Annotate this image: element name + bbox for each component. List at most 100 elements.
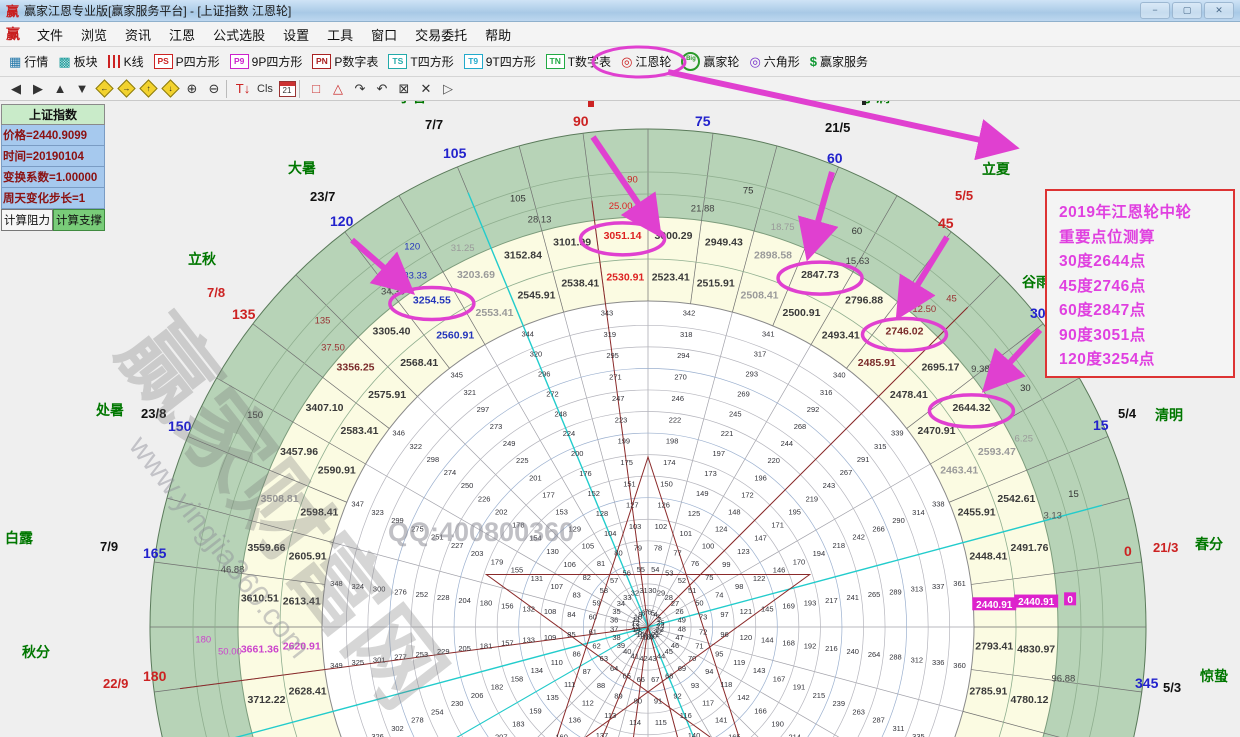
svg-text:312: 312 [911, 655, 924, 664]
svg-text:223: 223 [615, 415, 628, 424]
svg-text:109: 109 [544, 633, 557, 642]
svg-text:小暑: 小暑 [398, 101, 426, 105]
nav-left-button[interactable]: ◀ [6, 80, 26, 98]
svg-text:31: 31 [639, 586, 647, 595]
toolbar-button-P四方形[interactable]: PSP四方形 [149, 51, 225, 72]
window-titlebar[interactable]: 赢 赢家江恩专业版[赢家服务平台] - [上证指数 江恩轮] −▢✕ [0, 0, 1240, 22]
toolbar-button-P数字表[interactable]: PNP数字表 [307, 51, 383, 72]
svg-text:120: 120 [740, 633, 753, 642]
svg-text:21/5: 21/5 [825, 120, 850, 135]
menu-item-交易委托[interactable]: 交易委托 [406, 23, 476, 46]
svg-text:204: 204 [458, 596, 471, 605]
draw-triangle-button[interactable]: △ [328, 80, 348, 98]
delete-box-button[interactable]: ⊠ [394, 80, 414, 98]
nav-up-button[interactable]: ▲ [50, 80, 70, 98]
shift-right-button[interactable]: → [116, 80, 136, 98]
toolbar-button-行情[interactable]: ▦行情 [4, 51, 53, 72]
svg-text:3254.55: 3254.55 [413, 295, 451, 307]
toolbar-separator [226, 80, 231, 98]
svg-text:152: 152 [587, 489, 600, 498]
svg-text:174: 174 [663, 458, 676, 467]
annotation-line-2: 30度2644点 [1059, 250, 1233, 275]
svg-text:2575.91: 2575.91 [368, 389, 406, 401]
svg-text:7/8: 7/8 [207, 285, 225, 300]
toolbar-label: 赢家服务 [820, 53, 868, 70]
zoom-in-button[interactable]: ⊕ [182, 80, 202, 98]
svg-text:2949.43: 2949.43 [705, 236, 743, 248]
svg-text:53: 53 [665, 569, 673, 578]
toolbar-button-K线[interactable]: K线 [103, 51, 149, 72]
calendar-button[interactable]: 21 [277, 80, 297, 98]
svg-text:71: 71 [695, 641, 703, 650]
menu-item-公式选股[interactable]: 公式选股 [204, 23, 274, 46]
toolbar-button-T数字表[interactable]: TNT数字表 [541, 51, 616, 72]
badge-icon: TS [388, 54, 407, 69]
svg-text:119: 119 [733, 658, 745, 667]
menu-item-帮助[interactable]: 帮助 [476, 23, 520, 46]
svg-text:98: 98 [735, 582, 743, 591]
svg-text:37.50: 37.50 [321, 343, 345, 354]
svg-text:107: 107 [551, 582, 564, 591]
svg-text:82: 82 [583, 573, 591, 582]
toolbar-button-江恩轮[interactable]: ◎江恩轮 [616, 51, 676, 72]
svg-text:51: 51 [688, 586, 696, 595]
draw-rect-button[interactable]: □ [306, 80, 326, 98]
svg-text:2523.41: 2523.41 [652, 272, 690, 284]
svg-text:立秋: 立秋 [188, 251, 217, 267]
svg-text:195: 195 [788, 507, 801, 516]
svg-text:190: 190 [771, 719, 784, 728]
svg-text:360: 360 [953, 661, 966, 670]
svg-text:135: 135 [232, 306, 256, 322]
shift-up-button[interactable]: ↑ [138, 80, 158, 98]
toolbar-button-9T四方形[interactable]: T99T四方形 [459, 51, 541, 72]
rotate-ccw-button[interactable]: ↶ [372, 80, 392, 98]
cls-button-button[interactable]: Cls [255, 80, 275, 98]
calc-resistance-button[interactable]: 计算阻力 [1, 209, 53, 231]
toolbar-button-赢家服务[interactable]: $赢家服务 [805, 51, 873, 72]
t-shift-button[interactable]: T↓ [233, 80, 253, 98]
close-button[interactable]: ✕ [1204, 2, 1234, 19]
menu-item-设置[interactable]: 设置 [274, 23, 318, 46]
svg-text:54: 54 [651, 565, 659, 574]
svg-text:265: 265 [868, 590, 881, 599]
toolbar-button-赢家轮[interactable]: Big赢家轮 [676, 50, 744, 73]
svg-text:2545.91: 2545.91 [517, 289, 555, 301]
svg-text:250: 250 [461, 481, 474, 490]
shift-down-button[interactable]: ↓ [160, 80, 180, 98]
svg-text:0: 0 [1124, 543, 1132, 559]
calc-support-button[interactable]: 计算支撑 [53, 209, 105, 231]
minimize-button[interactable]: − [1140, 2, 1170, 19]
svg-text:292: 292 [807, 405, 820, 414]
menu-item-工具[interactable]: 工具 [318, 23, 362, 46]
svg-text:94: 94 [705, 667, 713, 676]
toolbar-button-9P四方形[interactable]: P99P四方形 [225, 51, 308, 72]
svg-text:惊蛰: 惊蛰 [1199, 668, 1228, 684]
menu-item-资讯[interactable]: 资讯 [116, 23, 160, 46]
svg-text:243: 243 [823, 481, 836, 490]
menu-item-浏览[interactable]: 浏览 [72, 23, 116, 46]
svg-text:122: 122 [753, 574, 766, 583]
window-title: 赢家江恩专业版[赢家服务平台] - [上证指数 江恩轮] [24, 2, 291, 19]
menu-item-江恩[interactable]: 江恩 [160, 23, 204, 46]
maximize-button[interactable]: ▢ [1172, 2, 1202, 19]
pointer-tool-button[interactable]: ▷ [438, 80, 458, 98]
svg-text:41: 41 [631, 652, 639, 661]
zoom-out-button[interactable]: ⊖ [204, 80, 224, 98]
menu-item-文件[interactable]: 文件 [28, 23, 72, 46]
toolbar-button-板块[interactable]: ▩板块 [53, 51, 102, 72]
nav-right-button[interactable]: ▶ [28, 80, 48, 98]
shift-left-button[interactable]: ← [94, 80, 114, 98]
svg-text:144: 144 [761, 636, 774, 645]
scale-tool-button[interactable]: ✕ [416, 80, 436, 98]
svg-text:29: 29 [657, 588, 665, 597]
svg-text:96: 96 [720, 630, 728, 639]
rotate-cw-button[interactable]: ↷ [350, 80, 370, 98]
toolbar-button-六角形[interactable]: ◎六角形 [744, 51, 804, 72]
svg-text:90: 90 [634, 697, 642, 706]
menu-item-窗口[interactable]: 窗口 [362, 23, 406, 46]
svg-text:121: 121 [740, 607, 753, 616]
toolbar-button-T四方形[interactable]: TST四方形 [383, 51, 458, 72]
nav-down-button[interactable]: ▼ [72, 80, 92, 98]
svg-text:32: 32 [631, 588, 639, 597]
svg-text:247: 247 [612, 394, 625, 403]
